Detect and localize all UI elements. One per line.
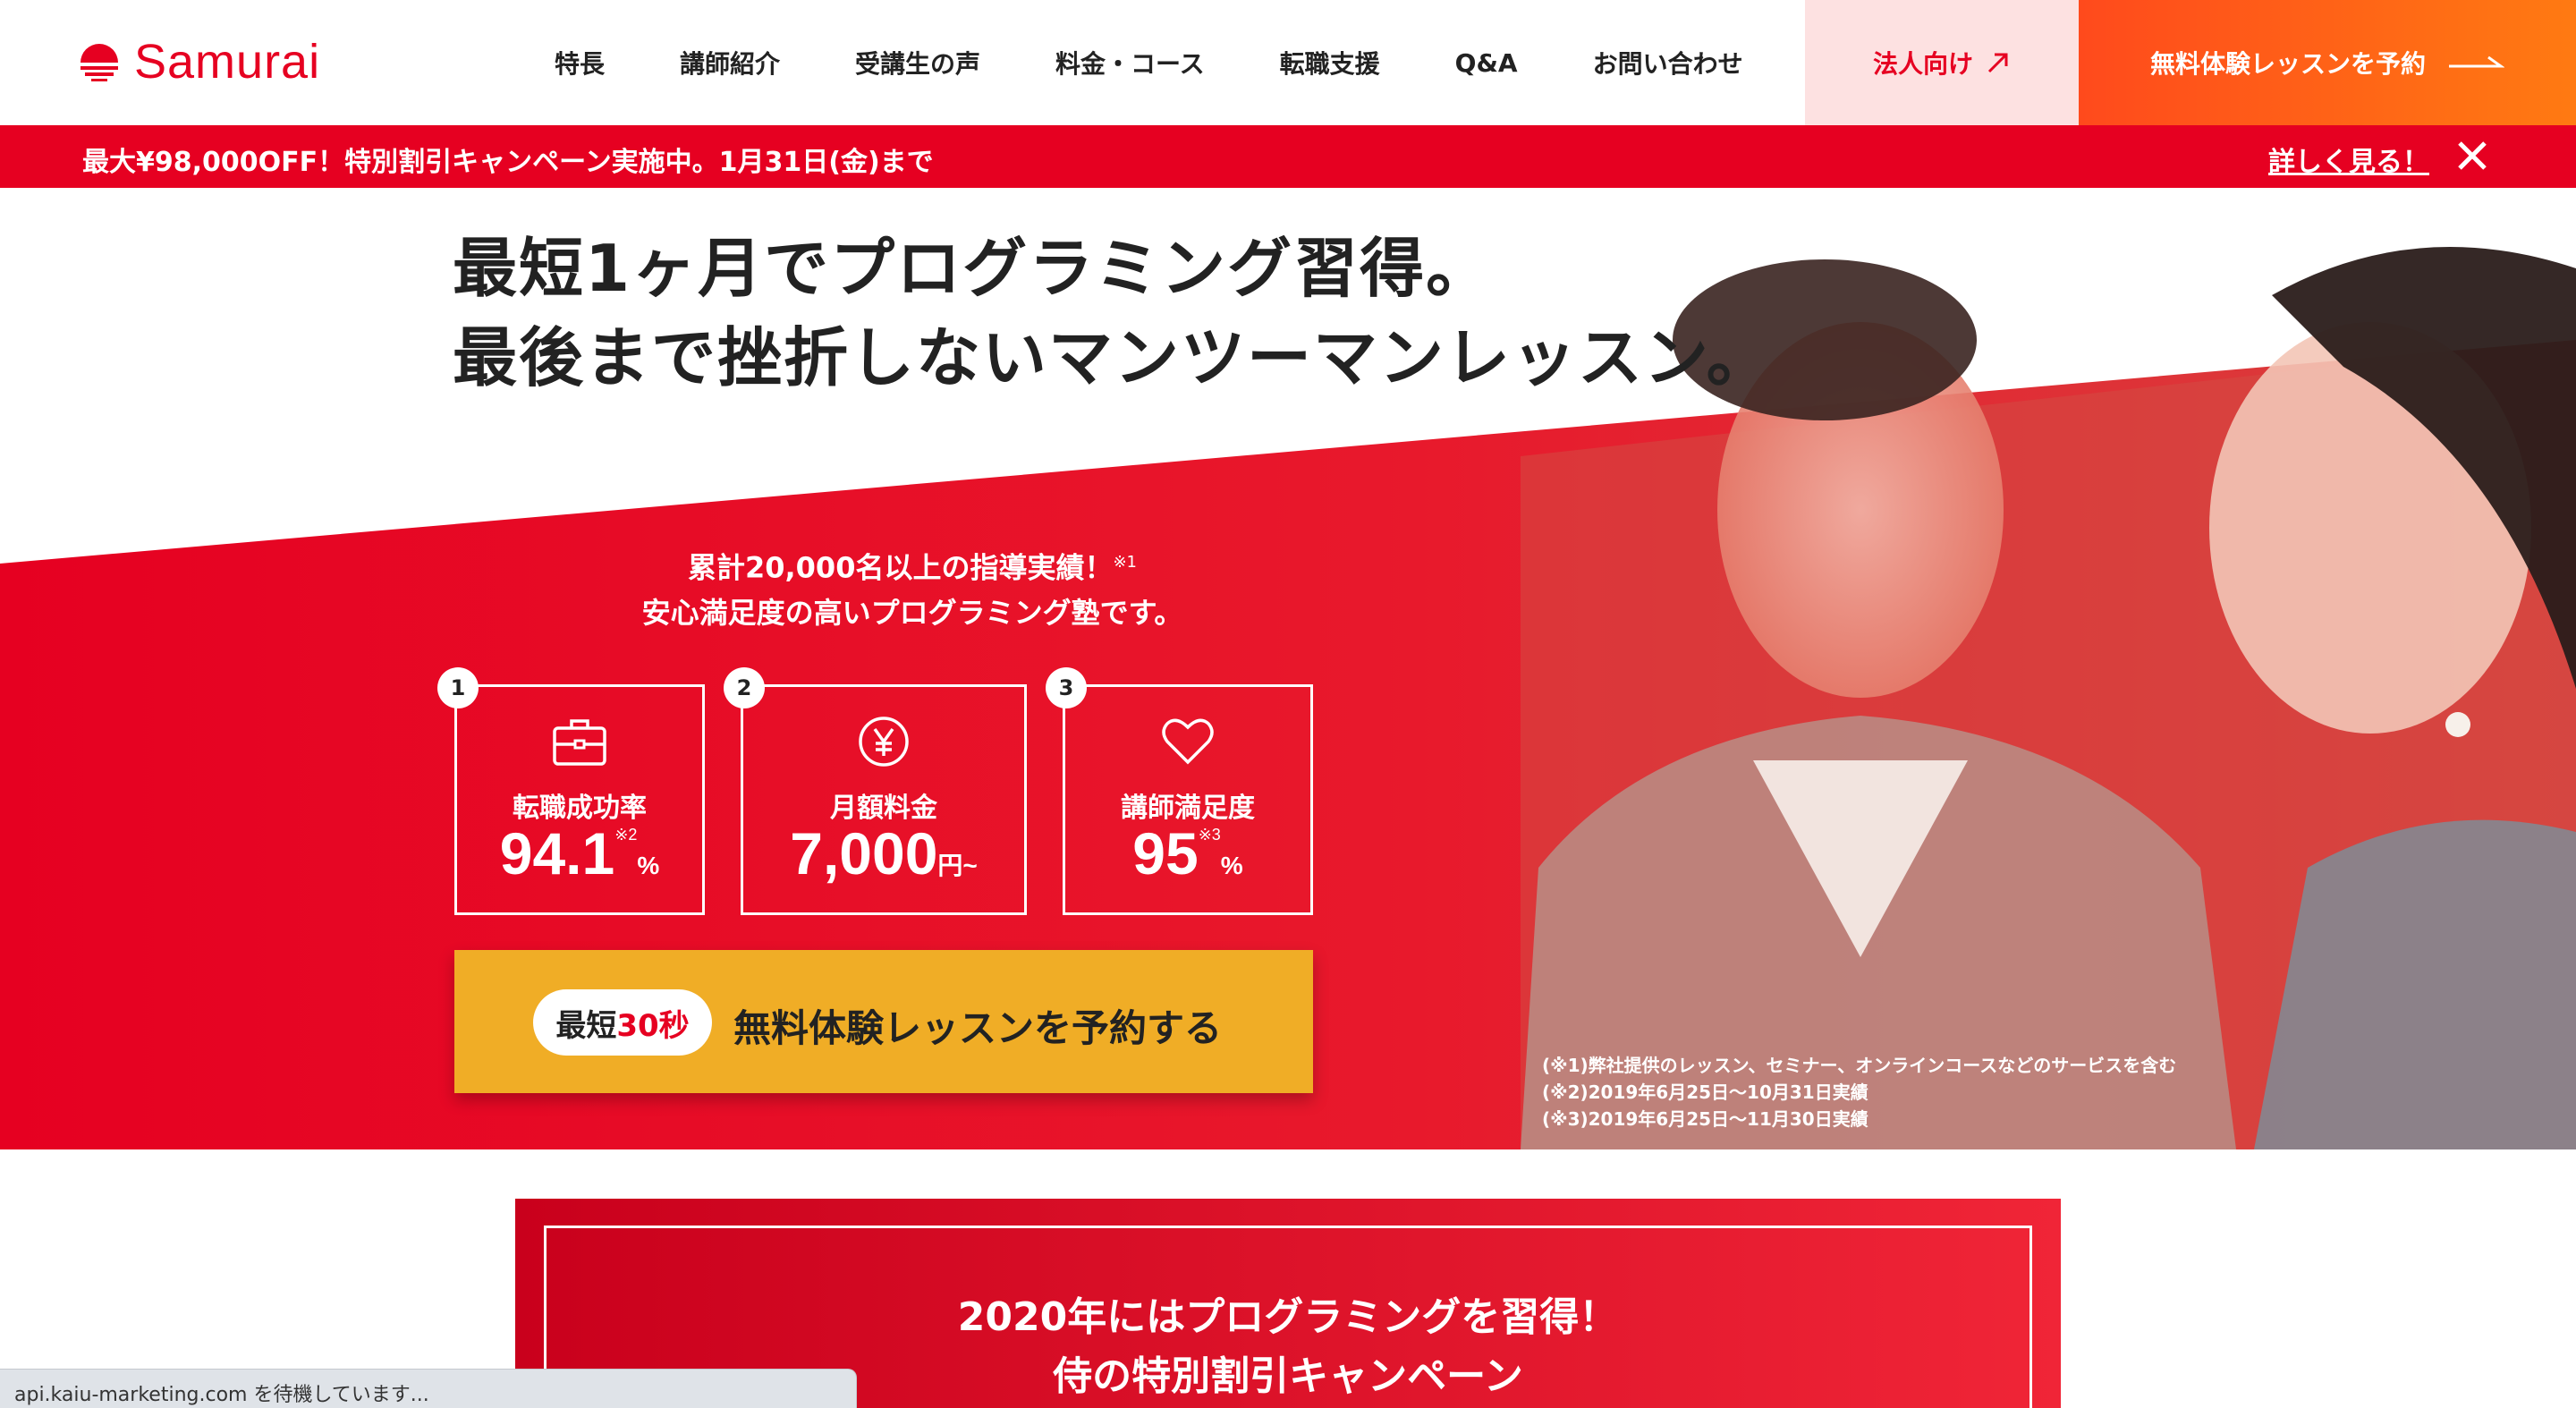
nav-item-features[interactable]: 特長 <box>555 45 605 81</box>
intro-line-2: 安心満足度の高いプログラミング塾です。 <box>641 595 1183 630</box>
hero-headline: 最短1ヶ月でプログラミング習得。 最後まで挫折しないマンツーマンレッスン。 <box>453 224 1773 403</box>
long-arrow-icon <box>2449 55 2504 68</box>
footnote-3: (※3)2019年6月25日〜11月30日実績 <box>1542 1108 1868 1130</box>
headline-line-1: 最短1ヶ月でプログラミング習得。 <box>453 231 1493 306</box>
hero-section: 最短1ヶ月でプログラミング習得。 最後まで挫折しないマンツーマンレッスン。 累計… <box>0 188 2576 1149</box>
intro-line-1: 累計20,000名以上の指導実績！ <box>687 550 1114 585</box>
stat-number: 1 <box>437 667 479 708</box>
headline-line-2: 最後まで挫折しないマンツーマンレッスン。 <box>453 320 1773 395</box>
stat-number: 2 <box>724 667 765 708</box>
yen-icon <box>859 717 909 767</box>
footnote-1: (※1)弊社提供のレッスン、セミナー、オンラインコースなどのサービスを含む <box>1542 1055 2177 1076</box>
stat-card-instructor-satisfaction: 3 講師満足度 95※3% <box>1046 667 1313 915</box>
briefcase-icon <box>553 719 606 766</box>
campaign-text: 最大¥98,000OFF！特別割引キャンペーン実施中。1月31日(金)まで <box>82 147 934 178</box>
browser-status-bar: api.kaiu-marketing.com を待機しています... <box>0 1369 857 1408</box>
hero-intro: 累計20,000名以上の指導実績！※1 安心満足度の高いプログラミング塾です。 <box>501 540 1324 635</box>
nav-item-career[interactable]: 転職支援 <box>1280 45 1380 81</box>
heart-icon <box>1162 718 1214 765</box>
intro-note: ※1 <box>1113 553 1138 572</box>
stat-number: 3 <box>1046 667 1087 708</box>
header-trial-button[interactable]: 無料体験レッスンを予約 <box>2079 0 2576 125</box>
nav-item-instructors[interactable]: 講師紹介 <box>680 45 780 81</box>
logo-text: Samurai <box>134 35 321 89</box>
cta-badge: 最短 30秒 <box>533 989 712 1056</box>
nav-item-contact[interactable]: お問い合わせ <box>1593 45 1743 81</box>
stat-card-career: 1 転職成功率 94.1※2% <box>437 667 705 915</box>
trial-lesson-cta-button[interactable]: 最短 30秒 無料体験レッスンを予約する <box>454 950 1313 1093</box>
stat-value: 95※3% <box>1132 820 1243 886</box>
promo-title-line-1: 2020年にはプログラミングを習得！ <box>957 1294 1619 1340</box>
stat-value: 7,000円~ <box>790 820 978 886</box>
corporate-button[interactable]: 法人向け <box>1805 0 2079 125</box>
external-arrow-icon <box>1987 53 2008 73</box>
site-header: Samurai 特長 講師紹介 受講生の声 料金・コース 転職支援 Q&A お問… <box>0 0 2576 125</box>
footnotes: (※1)弊社提供のレッスン、セミナー、オンラインコースなどのサービスを含む (※… <box>1542 1052 2176 1132</box>
stat-card-monthly-fee: 2 月額料金 7,000円~ <box>724 667 1027 915</box>
header-trial-button-label: 無料体験レッスンを予約 <box>2149 49 2426 79</box>
logo-sun-icon <box>80 44 118 81</box>
nav-item-testimonials[interactable]: 受講生の声 <box>855 45 980 81</box>
nav-item-qa[interactable]: Q&A <box>1455 48 1518 78</box>
campaign-details-link[interactable]: 詳しく見る！ <box>2268 140 2429 179</box>
logo[interactable]: Samurai <box>77 34 320 89</box>
footnote-2: (※2)2019年6月25日〜10月31日実績 <box>1542 1081 1868 1103</box>
main-nav: 特長 講師紹介 受講生の声 料金・コース 転職支援 Q&A お問い合わせ <box>555 0 1818 125</box>
campaign-banner: 最大¥98,000OFF！特別割引キャンペーン実施中。1月31日(金)まで 詳し… <box>0 125 2576 188</box>
nav-item-pricing[interactable]: 料金・コース <box>1055 45 1205 81</box>
close-icon[interactable] <box>2454 138 2490 174</box>
stat-value: 94.1※2% <box>499 820 660 886</box>
cta-label: 無料体験レッスンを予約する <box>733 1006 1223 1050</box>
corporate-button-label: 法人向け <box>1872 49 1973 79</box>
